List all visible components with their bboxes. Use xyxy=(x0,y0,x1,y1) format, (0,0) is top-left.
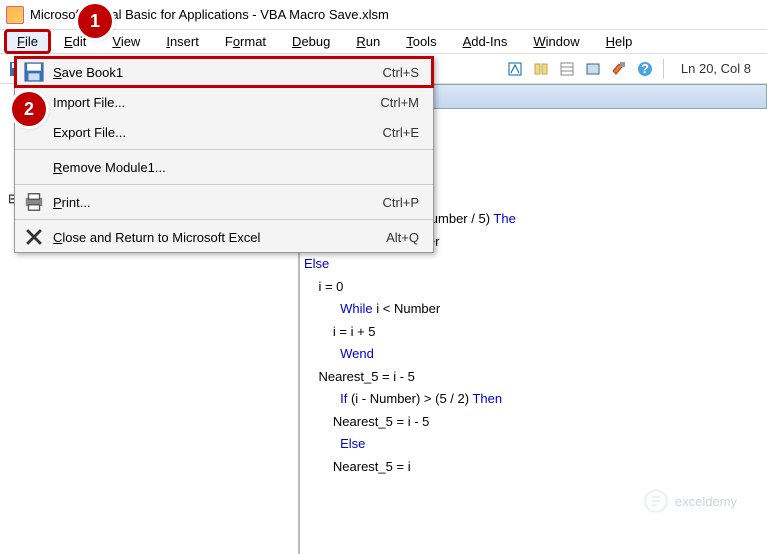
menu-insert[interactable]: Insert xyxy=(153,29,212,54)
menu-separator xyxy=(15,184,433,185)
menu-separator xyxy=(15,219,433,220)
menu-item-label: Print... xyxy=(45,195,383,210)
print-icon xyxy=(23,191,45,213)
app-icon xyxy=(6,6,24,24)
menu-item-label: Save Book1 xyxy=(45,65,383,80)
object-browser-button[interactable] xyxy=(582,58,604,80)
menu-bar: File Edit View Insert Format Debug Run T… xyxy=(0,30,767,54)
menu-item-shortcut: Ctrl+S xyxy=(383,65,425,80)
menu-item-shortcut: Ctrl+E xyxy=(383,125,425,140)
menu-item-shortcut: Ctrl+P xyxy=(383,195,425,210)
file-menu-dropdown: Save Book1 Ctrl+S Import File... Ctrl+M … xyxy=(14,56,434,253)
menu-item-shortcut: Alt+Q xyxy=(386,230,425,245)
menu-window[interactable]: Window xyxy=(520,29,592,54)
menu-tools[interactable]: Tools xyxy=(393,29,449,54)
menu-view[interactable]: View xyxy=(99,29,153,54)
menu-separator xyxy=(15,149,433,150)
menu-item-label: Remove Module1... xyxy=(45,160,419,175)
menu-item-label: Close and Return to Microsoft Excel xyxy=(45,230,386,245)
menu-item-shortcut: Ctrl+M xyxy=(380,95,425,110)
menu-item-label: Import File... xyxy=(45,95,380,110)
menu-help[interactable]: Help xyxy=(593,29,646,54)
title-bar: Microsoft Visual Basic for Applications … xyxy=(0,0,767,30)
properties-button[interactable] xyxy=(556,58,578,80)
menu-item-export[interactable]: Export File... Ctrl+E xyxy=(15,117,433,147)
cursor-position: Ln 20, Col 8 xyxy=(671,61,761,76)
menu-format[interactable]: Format xyxy=(212,29,279,54)
menu-file[interactable]: File xyxy=(4,29,51,54)
menu-item-label: Export File... xyxy=(45,125,383,140)
menu-item-close[interactable]: Close and Return to Microsoft Excel Alt+… xyxy=(15,222,433,252)
project-button[interactable] xyxy=(530,58,552,80)
close-icon xyxy=(23,226,45,248)
design-button[interactable] xyxy=(504,58,526,80)
menu-addins[interactable]: Add-Ins xyxy=(450,29,521,54)
menu-debug[interactable]: Debug xyxy=(279,29,343,54)
menu-item-import[interactable]: Import File... Ctrl+M xyxy=(15,87,433,117)
menu-item-print[interactable]: Print... Ctrl+P xyxy=(15,187,433,217)
help-button[interactable]: ? xyxy=(634,58,656,80)
svg-text:?: ? xyxy=(641,61,649,76)
menu-item-remove[interactable]: Remove Module1... xyxy=(15,152,433,182)
callout-2: 2 xyxy=(12,92,46,126)
toolbox-button[interactable] xyxy=(608,58,630,80)
menu-item-save[interactable]: Save Book1 Ctrl+S xyxy=(15,57,433,87)
save-icon xyxy=(23,61,45,83)
menu-run[interactable]: Run xyxy=(343,29,393,54)
callout-1: 1 xyxy=(78,4,112,38)
